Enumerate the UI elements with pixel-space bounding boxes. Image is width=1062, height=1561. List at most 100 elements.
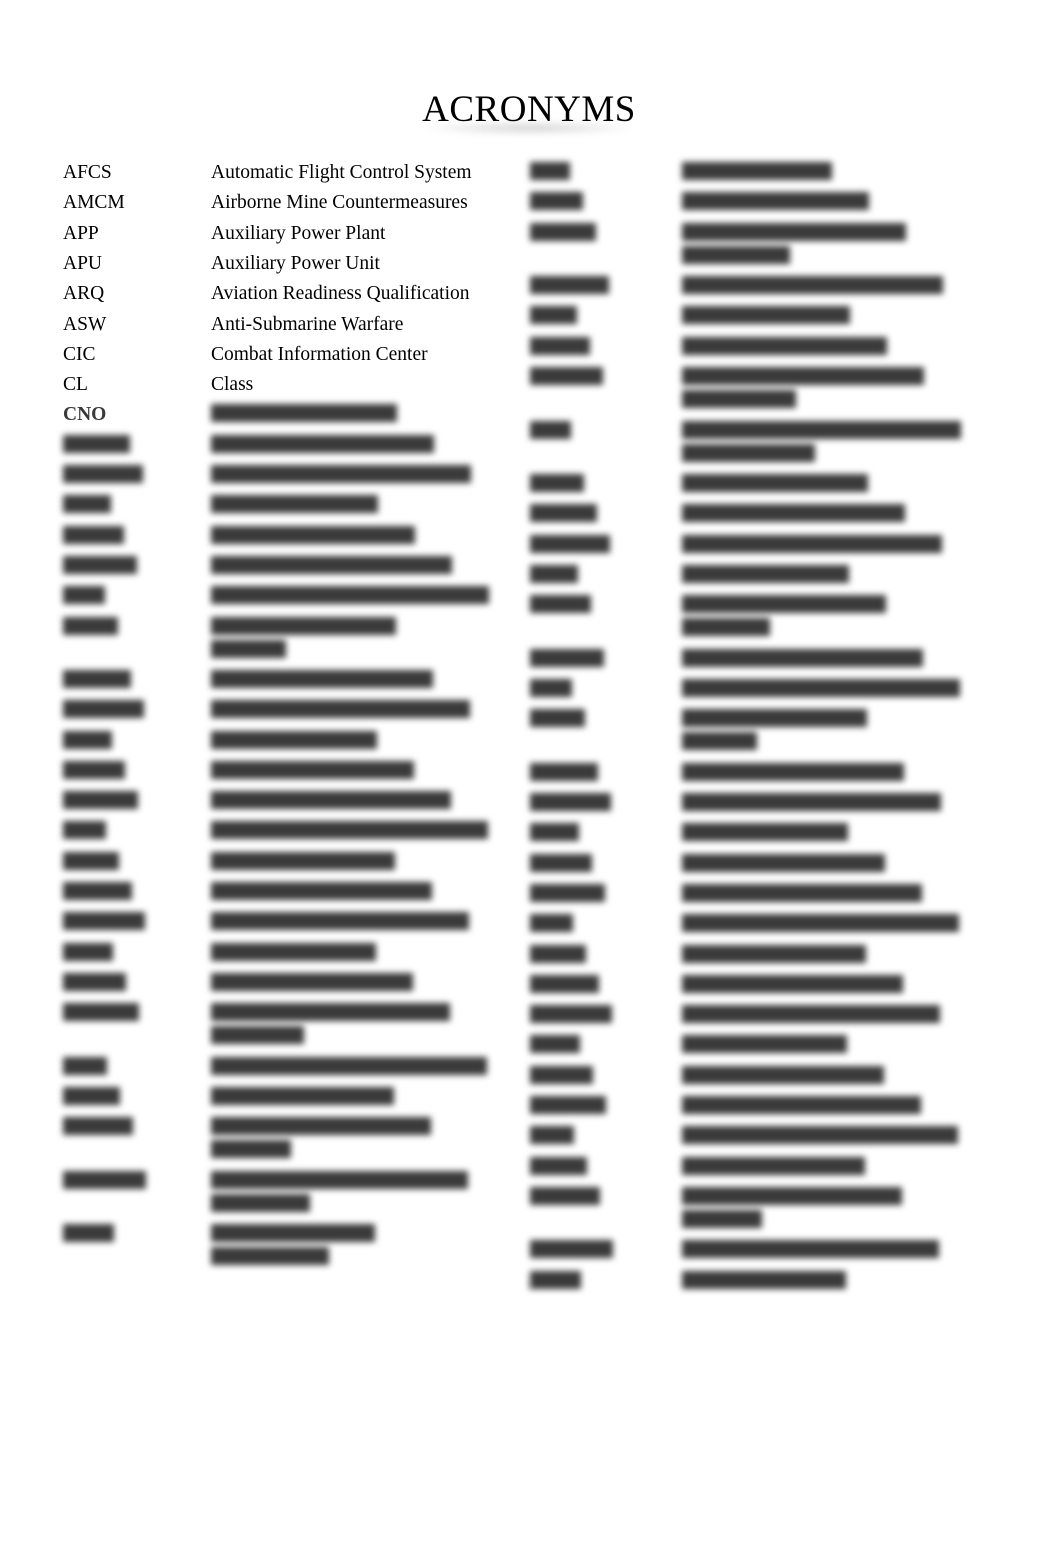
acronym-definition [682, 564, 972, 587]
acronym-definition [682, 366, 972, 412]
acronym-term [530, 974, 599, 997]
acronym-definition [211, 1170, 501, 1216]
acronym-definition [682, 1065, 972, 1088]
acronym-definition [682, 678, 972, 701]
acronym-term [530, 762, 598, 785]
acronym-definition [211, 760, 501, 783]
acronym-term [530, 191, 583, 214]
acronym-definition [682, 1034, 972, 1057]
acronym-term [63, 1170, 146, 1193]
acronym-definition [682, 503, 972, 526]
acronym-definition [682, 161, 972, 184]
acronym-term: APP [63, 223, 99, 244]
acronym-term [530, 913, 573, 936]
acronym-term [530, 1186, 600, 1209]
acronym-definition [211, 820, 501, 843]
acronym-definition [211, 525, 501, 548]
acronym-term [63, 730, 112, 753]
acronym-term [530, 1156, 587, 1179]
acronym-definition: Class [211, 374, 254, 395]
acronym-definition [682, 974, 972, 997]
acronym-definition [682, 594, 972, 640]
acronym-definition [682, 648, 972, 671]
acronym-term [530, 1034, 580, 1057]
acronym-term [530, 678, 572, 701]
acronym-definition [211, 942, 501, 965]
acronym-definition [682, 1270, 972, 1293]
acronym-definition [211, 1056, 501, 1079]
acronym-definition [211, 555, 501, 578]
acronym-term [530, 944, 586, 967]
acronym-term: ASW [63, 314, 107, 335]
acronym-definition [211, 669, 501, 692]
acronym-term [63, 972, 126, 995]
acronym-term [530, 648, 604, 671]
acronym-term [63, 760, 125, 783]
acronym-definition [682, 191, 972, 214]
acronym-term [530, 853, 592, 876]
acronym-definition [211, 434, 501, 457]
acronym-definition [682, 913, 972, 936]
acronym-term [63, 555, 137, 578]
acronym-term [63, 1056, 107, 1079]
acronym-term [63, 881, 132, 904]
acronym-term [530, 1065, 593, 1088]
acronym-term [530, 503, 597, 526]
acronym-term [530, 336, 590, 359]
acronym-term [63, 525, 124, 548]
acronym-definition [211, 1116, 501, 1162]
acronym-term: CL [63, 374, 88, 395]
acronym-definition [682, 1125, 972, 1148]
acronym-definition [211, 972, 501, 995]
acronym-term: AMCM [63, 192, 125, 213]
acronym-term [63, 585, 105, 608]
acronym-definition [682, 792, 972, 815]
acronym-term: CNO [63, 404, 107, 425]
acronym-term [63, 699, 144, 722]
acronym-term [530, 1270, 581, 1293]
page-title: ACRONYMS [422, 89, 636, 130]
acronym-definition [682, 1004, 972, 1027]
acronym-definition [211, 1002, 501, 1048]
acronym-definition: Airborne Mine Countermeasures [211, 192, 468, 213]
acronym-term [63, 820, 106, 843]
acronym-term [530, 305, 577, 328]
acronym-term [63, 1116, 133, 1139]
acronym-term [63, 790, 138, 813]
acronym-definition: Auxiliary Power Unit [211, 253, 380, 274]
acronym-term [530, 708, 585, 731]
acronym-term [530, 275, 609, 298]
acronym-term [63, 494, 111, 517]
acronym-term: ARQ [63, 283, 105, 304]
acronym-definition [211, 494, 501, 517]
acronym-definition [682, 336, 972, 359]
acronym-term [530, 1095, 606, 1118]
acronym-definition [682, 708, 972, 754]
acronym-definition [211, 851, 501, 874]
acronym-definition [682, 305, 972, 328]
acronym-definition [682, 853, 972, 876]
acronym-term [63, 911, 145, 934]
acronym-definition: Automatic Flight Control System [211, 162, 472, 183]
acronym-definition [682, 944, 972, 967]
acronym-term: CIC [63, 344, 96, 365]
acronym-definition [211, 403, 501, 426]
acronym-definition [682, 1156, 972, 1179]
acronym-definition [211, 699, 501, 722]
acronym-term [530, 1004, 612, 1027]
acronym-definition [682, 1239, 972, 1262]
acronym-definition [682, 1186, 972, 1232]
acronym-definition: Combat Information Center [211, 344, 428, 365]
acronym-term [63, 1002, 139, 1025]
acronym-definition [211, 730, 501, 753]
acronym-term [63, 942, 113, 965]
acronym-term [530, 1239, 613, 1262]
acronym-term [530, 822, 579, 845]
acronym-term [63, 669, 131, 692]
acronym-definition [682, 420, 972, 466]
acronym-definition [211, 790, 501, 813]
acronym-term [530, 594, 591, 617]
acronym-definition [682, 275, 972, 298]
acronym-definition: Anti-Submarine Warfare [211, 314, 404, 335]
acronym-definition: Auxiliary Power Plant [211, 223, 386, 244]
